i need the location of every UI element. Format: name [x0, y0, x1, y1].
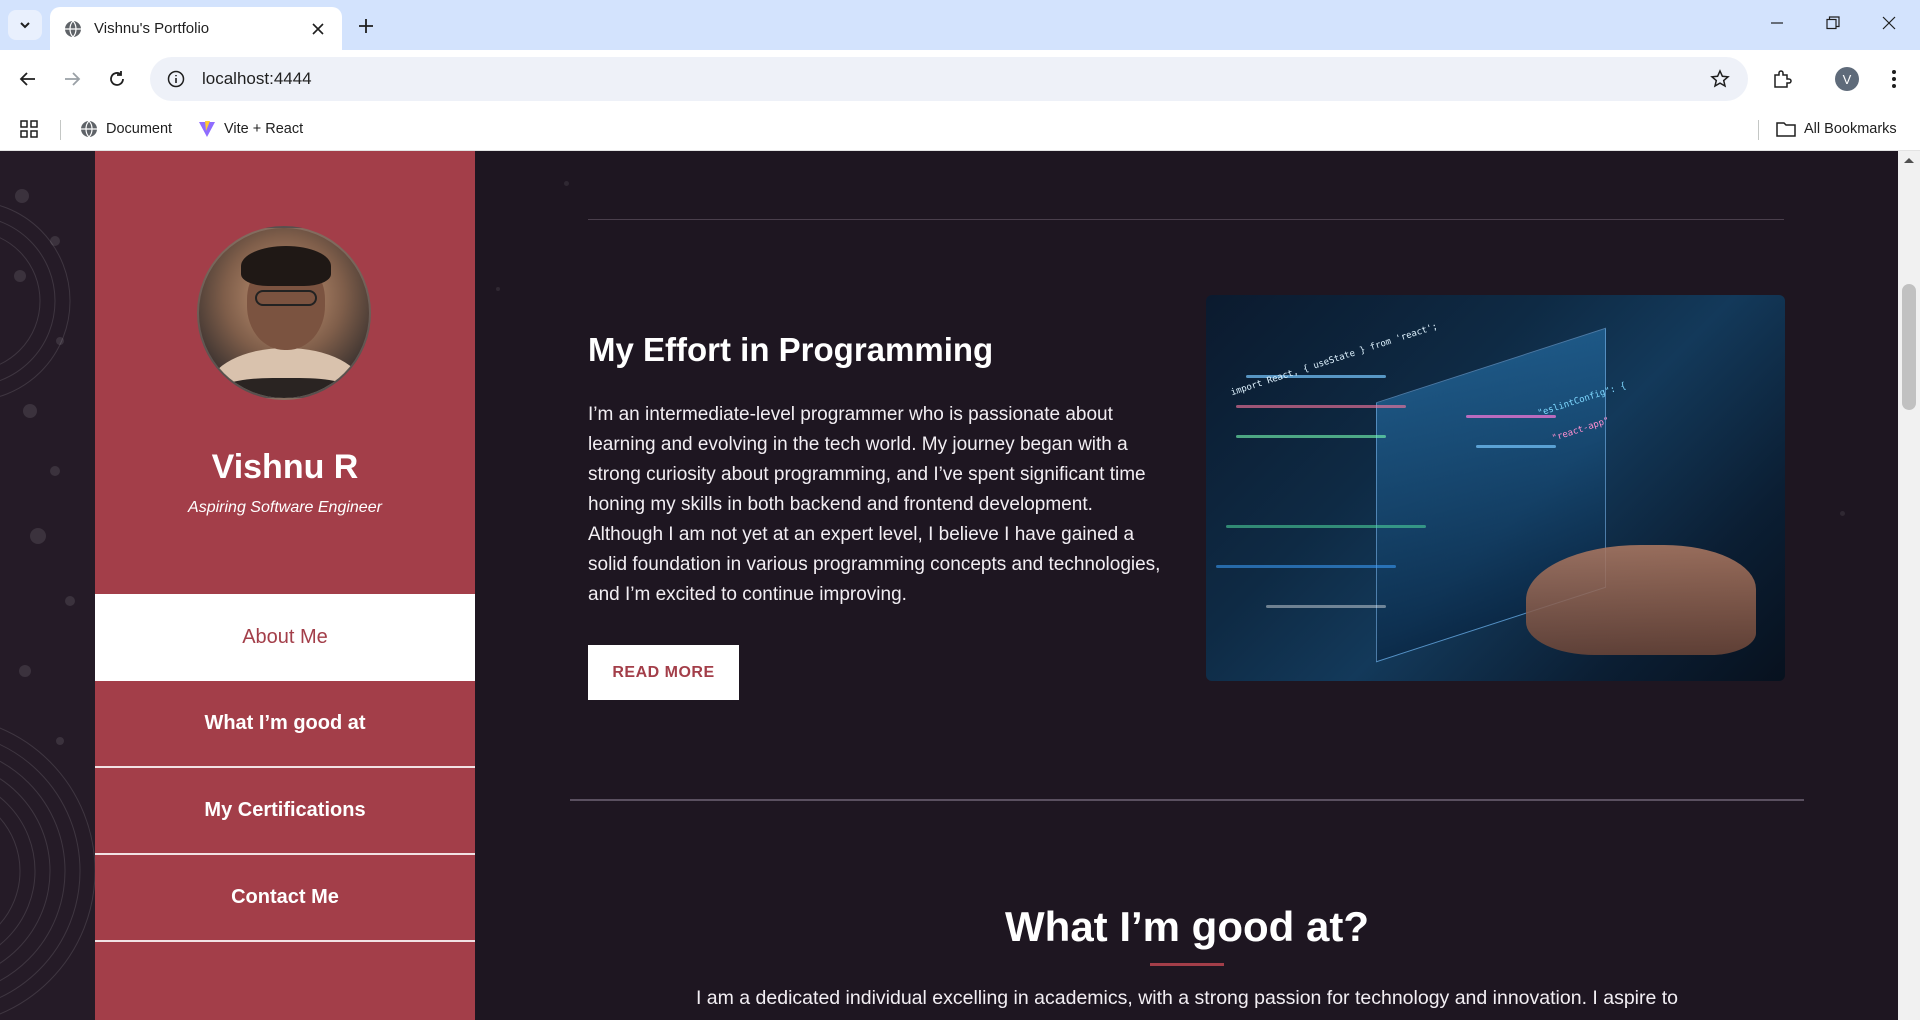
sidebar: Vishnu R Aspiring Software Engineer Abou… [95, 151, 475, 1020]
site-info-button[interactable] [154, 57, 198, 101]
chevron-down-icon [20, 22, 30, 29]
address-bar[interactable]: localhost:4444 [150, 57, 1748, 101]
programming-image: import React, { useState } from 'react';… [1206, 295, 1785, 681]
plus-icon [359, 19, 373, 33]
nav-item-what-im-good-at[interactable]: What I’m good at [95, 681, 475, 768]
profile-photo [197, 226, 371, 400]
tab-title: Vishnu's Portfolio [94, 20, 210, 37]
section-divider [588, 219, 1784, 220]
good-at-title: What I’m good at? [1005, 903, 1369, 950]
folder-icon [1776, 122, 1796, 137]
info-icon [167, 70, 185, 88]
all-bookmarks-button[interactable]: All Bookmarks [1776, 116, 1897, 142]
scrollbar-thumb[interactable] [1902, 284, 1916, 410]
kebab-menu-icon [1892, 70, 1896, 88]
puzzle-icon [1774, 70, 1792, 88]
page-viewport: Vishnu R Aspiring Software Engineer Abou… [0, 151, 1920, 1020]
wave-pattern-icon [0, 189, 95, 1015]
effort-description: I’m an intermediate-level programmer who… [588, 404, 1161, 605]
apps-grid-icon [20, 120, 38, 138]
nav-item-contact-me[interactable]: Contact Me [95, 855, 475, 942]
bookmark-star-button[interactable] [1700, 59, 1740, 99]
section-divider [570, 799, 1804, 801]
good-at-description: I am a dedicated individual excelling in… [695, 987, 1679, 1009]
decorative-dot [1840, 511, 1845, 516]
minimize-icon [1771, 22, 1783, 24]
globe-icon [65, 20, 81, 37]
read-more-button[interactable]: READ MORE [588, 645, 739, 700]
profile-button[interactable]: V [1831, 63, 1863, 95]
profile-role: Aspiring Software Engineer [188, 499, 382, 516]
back-button[interactable] [12, 63, 44, 95]
star-icon [1710, 69, 1730, 88]
scrollbar-track[interactable] [1898, 151, 1920, 1020]
title-underline [1150, 963, 1224, 966]
tab-strip: Vishnu's Portfolio [0, 0, 1920, 50]
browser-tab-active[interactable]: Vishnu's Portfolio [50, 7, 342, 50]
close-tab-icon[interactable] [308, 19, 328, 39]
vite-logo-icon [199, 121, 215, 137]
bookmark-vite-react[interactable]: Vite + React [198, 116, 303, 142]
reload-icon [110, 71, 124, 86]
bookmark-label: Vite + React [224, 121, 304, 137]
close-window-button[interactable] [1862, 0, 1916, 46]
menu-button[interactable] [1878, 63, 1910, 95]
decorative-dot [564, 181, 569, 186]
browser-toolbar: localhost:4444 V [0, 50, 1920, 108]
extensions-button[interactable] [1766, 63, 1798, 95]
globe-icon [81, 120, 97, 138]
bookmarks-bar: Document Vite + React All Bookmarks [0, 108, 1920, 151]
decorative-dot [496, 287, 500, 291]
decorative-background [0, 151, 95, 1020]
scroll-up-arrow-icon[interactable] [1903, 156, 1915, 164]
minimize-button[interactable] [1750, 0, 1804, 46]
new-tab-button[interactable] [352, 12, 380, 40]
profile-name: Vishnu R [211, 448, 359, 486]
arrow-left-icon [19, 72, 35, 86]
reload-button[interactable] [101, 63, 133, 95]
bookmarks-divider [1758, 120, 1759, 140]
tab-search-button[interactable] [8, 10, 42, 40]
close-icon [1882, 16, 1896, 30]
bookmarks-divider [60, 120, 61, 140]
restore-icon [1826, 16, 1840, 30]
bookmark-document[interactable]: Document [80, 116, 172, 142]
forward-button[interactable] [56, 63, 88, 95]
nav-item-my-certifications[interactable]: My Certifications [95, 768, 475, 855]
arrow-right-icon [65, 72, 81, 86]
all-bookmarks-label: All Bookmarks [1804, 121, 1897, 137]
effort-title: My Effort in Programming [588, 331, 994, 368]
bookmark-label: Document [106, 121, 173, 137]
nav-item-about-me[interactable]: About Me [95, 594, 475, 681]
apps-button[interactable] [20, 116, 46, 142]
restore-button[interactable] [1806, 0, 1860, 46]
avatar: V [1835, 67, 1859, 91]
url-text[interactable]: localhost:4444 [202, 69, 1700, 89]
